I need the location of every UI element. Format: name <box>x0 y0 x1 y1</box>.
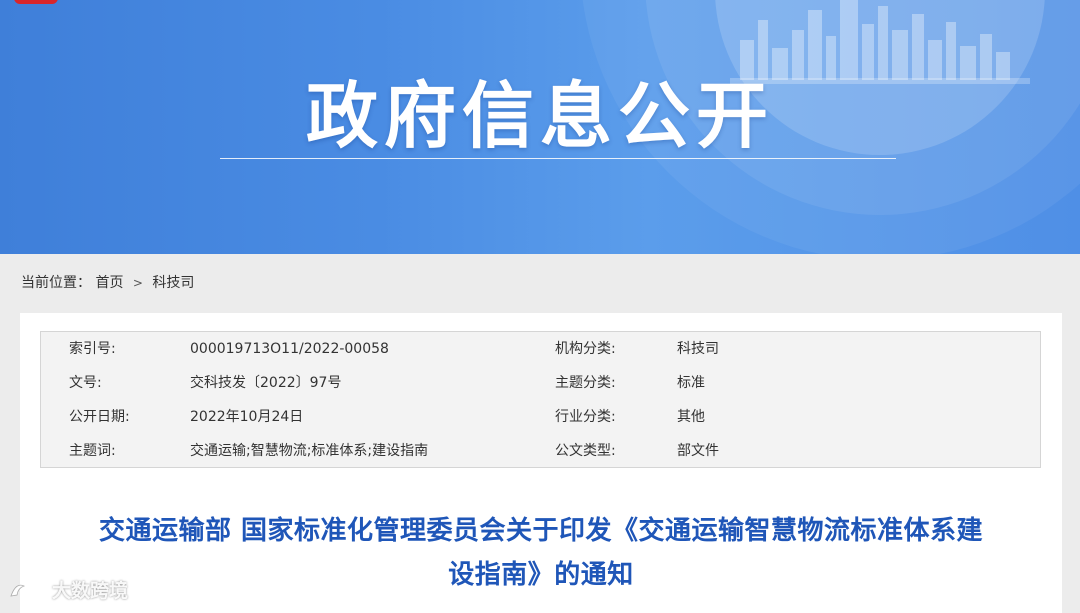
document-title-line-1: 交通运输部 国家标准化管理委员会关于印发《交通运输智慧物流标准体系建 <box>98 516 984 546</box>
ministry-logo[interactable] <box>14 0 58 4</box>
breadcrumb: 当前位置： 首页 > 科技司 <box>21 272 194 294</box>
breadcrumb-label: 当前位置： <box>21 275 91 291</box>
subject-category-label: 主题分类: <box>555 375 616 391</box>
breadcrumb-separator: > <box>132 276 143 290</box>
organization-category-value: 科技司 <box>677 341 719 357</box>
document-title: 交通运输部 国家标准化管理委员会关于印发《交通运输智慧物流标准体系建 设指南》的… <box>20 509 1062 597</box>
document-type-value: 部文件 <box>677 443 719 459</box>
metadata-row: 文号: 交科技发〔2022〕97号 主题分类: 标准 <box>41 366 1040 400</box>
document-number-label: 文号: <box>69 375 102 391</box>
organization-category-label: 机构分类: <box>555 341 616 357</box>
industry-category-value: 其他 <box>677 409 705 425</box>
publish-date-value: 2022年10月24日 <box>190 409 304 425</box>
industry-category-label: 行业分类: <box>555 409 616 425</box>
document-title-line-2: 设指南》的通知 <box>448 560 634 590</box>
publish-date-label: 公开日期: <box>69 409 130 425</box>
content-card: 索引号: 000019713O11/2022-00058 机构分类: 科技司 文… <box>20 313 1062 613</box>
metadata-row: 索引号: 000019713O11/2022-00058 机构分类: 科技司 <box>41 332 1040 366</box>
document-number-value: 交科技发〔2022〕97号 <box>190 375 342 391</box>
index-number-label: 索引号: <box>69 341 116 357</box>
index-number-value: 000019713O11/2022-00058 <box>190 341 389 357</box>
page-title: 政府信息公开 <box>305 74 774 158</box>
ocean-logo-icon <box>10 580 44 597</box>
keywords-value: 交通运输;智慧物流;标准体系;建设指南 <box>190 443 429 459</box>
document-metadata-table: 索引号: 000019713O11/2022-00058 机构分类: 科技司 文… <box>40 331 1041 468</box>
keywords-label: 主题词: <box>69 443 116 459</box>
subject-category-value: 标准 <box>677 375 705 391</box>
breadcrumb-dept-link[interactable]: 科技司 <box>152 275 194 291</box>
document-type-label: 公文类型: <box>555 443 616 459</box>
breadcrumb-home-link[interactable]: 首页 <box>95 275 123 291</box>
metadata-row: 公开日期: 2022年10月24日 行业分类: 其他 <box>41 400 1040 434</box>
header-banner: 政府信息公开 <box>0 0 1080 254</box>
title-divider <box>220 158 896 159</box>
watermark: 大数跨境 <box>8 574 128 604</box>
watermark-text: 大数跨境 <box>52 579 129 602</box>
metadata-row: 主题词: 交通运输;智慧物流;标准体系;建设指南 公文类型: 部文件 <box>41 434 1040 468</box>
